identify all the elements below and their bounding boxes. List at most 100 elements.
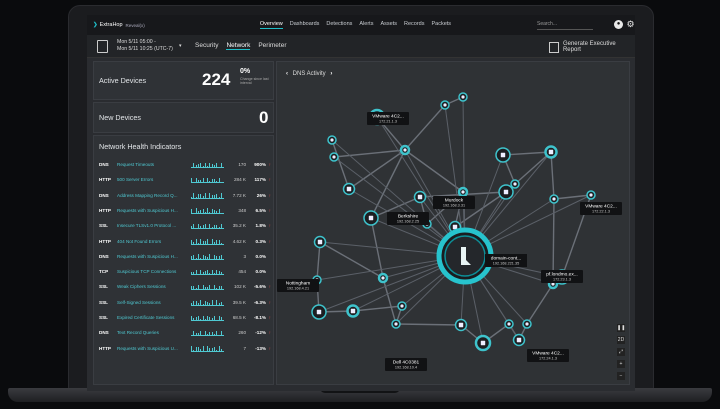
health-row[interactable]: DNS Requests with Suspicious H... 3 0.0% <box>99 249 271 264</box>
graph-edge <box>514 151 552 185</box>
health-row[interactable]: DNS Address Mapping Record Q... 7.72 K 26% ↑ <box>99 188 271 203</box>
central-node-label[interactable]: domain-cont...192.168.221.35 <box>485 254 527 267</box>
node-label[interactable]: Murdock192.168.3.31 <box>433 196 475 209</box>
health-change: 900% <box>254 162 266 167</box>
health-metric[interactable]: Text Record Queries <box>117 330 191 335</box>
network-graph[interactable]: VMware 4C2...172.21.1.3 Murdock192.168.3.… <box>277 62 629 384</box>
arrow-up-icon: ↑ <box>268 330 271 336</box>
device-icon <box>332 155 336 159</box>
nav-overview[interactable]: Overview <box>259 21 283 29</box>
node-label[interactable]: Nottingham192.168.4.21 <box>277 279 319 292</box>
device-icon <box>458 322 464 328</box>
health-metric[interactable]: Expired Certificate Sessions <box>117 315 191 320</box>
node-label[interactable]: pf.londmo.ex...172.23.1.3 <box>541 270 583 283</box>
health-row[interactable]: HTTP 404 Not Found Errors 4.62 K 0.3% ↑ <box>99 234 271 249</box>
health-metric[interactable]: 404 Not Found Errors <box>117 239 191 244</box>
nav-assets[interactable]: Assets <box>380 21 397 29</box>
health-protocol: SSL <box>99 223 108 229</box>
brand-logo[interactable]: ❯ ExtraHop Reveal(x) <box>93 22 145 28</box>
health-protocol: HTTP <box>99 207 111 213</box>
user-icon[interactable]: ● <box>614 20 623 29</box>
sparkline <box>191 253 224 260</box>
brand-name: ExtraHop <box>99 22 123 28</box>
node-ip: 192.168.2.25 <box>397 220 419 224</box>
health-metric[interactable]: Request Timeouts <box>117 162 191 167</box>
device-icon <box>417 194 423 200</box>
tab-perimeter[interactable]: Perimeter <box>258 42 286 50</box>
calendar-icon[interactable] <box>97 40 108 53</box>
health-metric[interactable]: Suspicious TCP Connections <box>117 269 191 274</box>
health-metric[interactable]: Requests with Suspicious H... <box>117 254 191 259</box>
expand-icon[interactable]: ⤢ <box>617 348 625 356</box>
arrow-up-icon: ↑ <box>268 162 271 167</box>
nav-detections[interactable]: Detections <box>326 21 352 29</box>
active-devices-card[interactable]: Active Devices 224 0% Change since last … <box>93 61 274 100</box>
health-row[interactable]: SSL Insecure TLSv1.0 Protocol ... 35.2 K 1.… <box>99 218 271 233</box>
pause-icon[interactable]: ❚❚ <box>617 324 625 332</box>
nav-packets[interactable]: Packets <box>431 21 451 29</box>
node-label[interactable]: Dell 4C0381192.168.10.4 <box>385 358 427 371</box>
nav-alerts[interactable]: Alerts <box>359 21 373 29</box>
sparkline <box>191 269 224 275</box>
arrow-up-icon: ↑ <box>268 192 271 198</box>
nav-records[interactable]: Records <box>404 21 424 29</box>
tab-network[interactable]: Network <box>226 42 251 50</box>
node-ip: 192.168.10.4 <box>395 366 417 370</box>
health-value: 4.62 K <box>232 238 246 244</box>
sub-header: Mon 5/11 05:00 - Mon 5/11 10:25 (UTC-7) … <box>87 35 635 58</box>
health-metric[interactable]: Weak Ciphers Sessions <box>117 284 191 289</box>
health-change: -6.3% <box>253 299 266 305</box>
health-value: 68.5 K <box>232 315 246 320</box>
health-row[interactable]: TCP Suspicious TCP Connections 454 0.0% <box>99 264 271 279</box>
health-row[interactable]: SSL Self-Signed Sessions 39.5 K -6.3% ↑ <box>99 295 271 310</box>
device-icon <box>552 197 556 201</box>
health-row[interactable]: DNS Request Timeouts 170 900% ↑ <box>99 157 271 172</box>
health-metric[interactable]: Requests with Suspicious H... <box>117 208 191 213</box>
health-row[interactable]: HTTP Requests with Suspicious H... 348 6.5%… <box>99 203 271 218</box>
generate-report-button[interactable]: Generate Executive Report <box>549 41 635 53</box>
graph-edge <box>348 149 406 190</box>
health-change: 1.8% <box>255 223 266 229</box>
health-protocol: TCP <box>99 269 109 275</box>
gear-icon[interactable]: ⚙ <box>626 20 635 29</box>
health-protocol: HTTP <box>99 238 111 244</box>
device-icon <box>381 276 385 280</box>
device-icon <box>480 340 486 346</box>
health-metric[interactable]: Insecure TLSv1.0 Protocol ... <box>117 223 191 228</box>
health-row[interactable]: HTTP Requests with Suspicious U... 7 -13% ↑ <box>99 341 271 356</box>
nav-dashboards[interactable]: Dashboards <box>290 21 320 29</box>
health-protocol: HTTP <box>99 345 111 351</box>
health-row[interactable]: SSL Weak Ciphers Sessions 102 K -5.6% ↑ <box>99 279 271 294</box>
node-label[interactable]: VMware 4C2...172.22.1.3 <box>580 202 622 215</box>
new-devices-value: 0 <box>259 108 269 127</box>
sparkline <box>191 315 224 321</box>
health-metric[interactable]: Requests with Suspicious U... <box>117 346 191 351</box>
health-value: 7.72 K <box>232 192 246 198</box>
tab-security[interactable]: Security <box>195 42 218 50</box>
time-range-selector[interactable]: Mon 5/11 05:00 - Mon 5/11 10:25 (UTC-7) … <box>117 39 182 52</box>
device-icon <box>443 103 447 107</box>
search-input[interactable]: Search... <box>537 21 593 30</box>
health-change: 117% <box>254 177 267 183</box>
node-label[interactable]: VMware 4C2...172.24.1.3 <box>527 349 569 362</box>
node-label[interactable]: VMware 4C2...172.21.1.3 <box>367 112 409 125</box>
health-metric[interactable]: 500 Server Errors <box>117 177 191 182</box>
device-icon <box>403 148 407 152</box>
health-row[interactable]: SSL Expired Certificate Sessions 68.5 K -8.… <box>99 310 271 325</box>
arrow-up-icon: ↑ <box>268 177 271 183</box>
arrow-up-icon: ↑ <box>268 315 271 320</box>
health-metric[interactable]: Self-Signed Sessions <box>117 300 191 305</box>
zoom-in-button[interactable]: + <box>617 360 625 368</box>
device-icon <box>513 182 517 186</box>
health-metric[interactable]: Address Mapping Record Q... <box>117 193 191 198</box>
zoom-out-button[interactable]: − <box>617 372 625 380</box>
subtabs: Security Network Perimeter <box>195 42 295 50</box>
device-icon <box>394 322 398 326</box>
node-ip: 192.168.3.31 <box>443 204 465 208</box>
health-row[interactable]: DNS Text Record Queries 260 -12% ↑ <box>99 325 271 340</box>
new-devices-card[interactable]: New Devices 0 <box>93 102 274 133</box>
health-row[interactable]: HTTP 500 Server Errors 284 K 117% ↑ <box>99 172 271 187</box>
view-2d-button[interactable]: 2D <box>617 336 625 344</box>
node-label[interactable]: Berkshire192.168.2.25 <box>387 212 429 225</box>
dns-activity-map[interactable]: ‹ DNS Activity › VMware 4C2... 172.21.1.3… <box>276 61 630 385</box>
